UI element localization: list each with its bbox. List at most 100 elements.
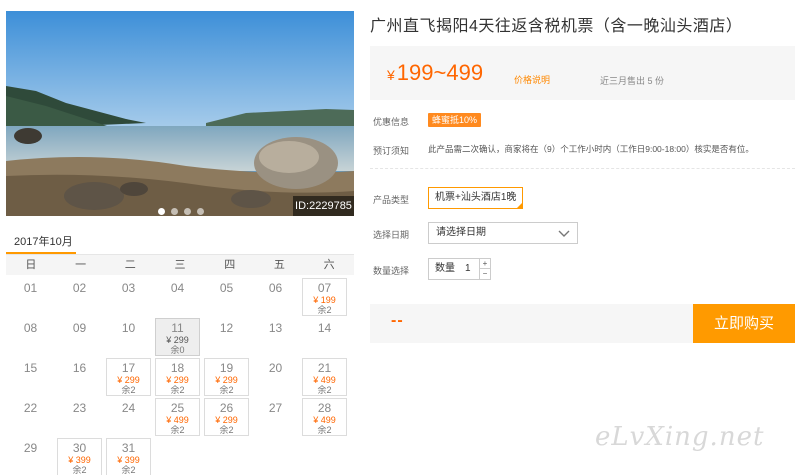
weekday-label: 三 bbox=[174, 259, 186, 271]
calendar-day[interactable]: 07 ¥ 199 余2 bbox=[302, 278, 347, 316]
calendar-day: 22 bbox=[8, 398, 53, 436]
calendar-day-number: 14 bbox=[317, 321, 332, 335]
calendar-day: 24 bbox=[106, 398, 151, 436]
section-divider bbox=[370, 168, 795, 169]
calendar-day-stock: 余0 bbox=[170, 345, 185, 355]
image-id-label: ID:2229785 bbox=[293, 196, 354, 216]
quantity-value[interactable]: 1 bbox=[465, 259, 471, 279]
quantity-increase-button[interactable]: + bbox=[479, 259, 490, 269]
calendar-day-stock: 余2 bbox=[121, 465, 136, 475]
buy-now-button[interactable]: 立即购买 bbox=[693, 304, 795, 343]
calendar-day: 29 bbox=[8, 438, 53, 475]
calendar-day-number: 16 bbox=[72, 361, 87, 375]
calendar-day-stock: 余2 bbox=[121, 385, 136, 395]
weekday-label: 四 bbox=[224, 259, 236, 271]
calendar-day: 06 bbox=[253, 278, 298, 316]
total-bar: -- bbox=[370, 304, 693, 343]
calendar-day-number: 24 bbox=[121, 401, 136, 415]
calendar-day-number: 21 bbox=[317, 361, 332, 375]
calendar-weekday-header: 日 一 二 三 四 五 六 bbox=[6, 255, 354, 275]
weekday-label: 五 bbox=[273, 259, 285, 271]
carousel-dot[interactable] bbox=[158, 208, 165, 215]
chevron-down-icon bbox=[558, 230, 570, 237]
calendar-day: 03 bbox=[106, 278, 151, 316]
calendar-day-number: 31 bbox=[121, 441, 136, 455]
calendar-day: 15 bbox=[8, 358, 53, 396]
calendar-day-stock: 余2 bbox=[170, 425, 185, 435]
calendar-day-number: 28 bbox=[317, 401, 332, 415]
calendar-day[interactable]: 30 ¥ 399 余2 bbox=[57, 438, 102, 475]
carousel-dot[interactable] bbox=[197, 208, 204, 215]
calendar-day-number: 18 bbox=[170, 361, 185, 375]
calendar-day-number: 10 bbox=[121, 321, 136, 335]
calendar-day-price: ¥ 299 bbox=[215, 415, 238, 425]
price-explanation-link[interactable]: 价格说明 bbox=[514, 73, 550, 86]
date-select[interactable]: 请选择日期 bbox=[428, 222, 578, 244]
calendar-day-number: 02 bbox=[72, 281, 87, 295]
calendar-day-number: 06 bbox=[268, 281, 283, 295]
calendar-day[interactable]: 26 ¥ 299 余2 bbox=[204, 398, 249, 436]
carousel-dot[interactable] bbox=[184, 208, 191, 215]
booking-notice-text: 此产品需二次确认，商家将在（9）个工作小时内（工作日9:00-18:00）核实是… bbox=[428, 144, 754, 154]
product-type-label: 产品类型 bbox=[373, 195, 410, 205]
calendar-day[interactable]: 28 ¥ 499 余2 bbox=[302, 398, 347, 436]
selected-corner-icon bbox=[516, 202, 524, 209]
calendar-day-stock: 余2 bbox=[219, 385, 234, 395]
weekday-label: 二 bbox=[124, 259, 136, 271]
calendar-month-tab[interactable]: 2017年10月 bbox=[14, 233, 73, 249]
calendar-day-stock: 余2 bbox=[72, 465, 87, 475]
calendar-day[interactable]: 21 ¥ 499 余2 bbox=[302, 358, 347, 396]
calendar-day[interactable]: 17 ¥ 299 余2 bbox=[106, 358, 151, 396]
calendar-day-price: ¥ 399 bbox=[68, 455, 91, 465]
calendar-day: 13 bbox=[253, 318, 298, 356]
promo-badge: 蜂蜜抵10% bbox=[428, 113, 482, 127]
calendar-day: 09 bbox=[57, 318, 102, 356]
calendar-day[interactable]: 25 ¥ 499 余2 bbox=[155, 398, 200, 436]
calendar-day-number: 25 bbox=[170, 401, 185, 415]
calendar-day-price: ¥ 499 bbox=[166, 415, 189, 425]
calendar-day-number: 03 bbox=[121, 281, 136, 295]
calendar-day-stock: 余2 bbox=[219, 425, 234, 435]
calendar-day-number: 26 bbox=[219, 401, 234, 415]
beach-scene-image bbox=[6, 11, 354, 216]
calendar-day-number: 05 bbox=[219, 281, 234, 295]
calendar-day-price: ¥ 199 bbox=[313, 295, 336, 305]
date-label: 选择日期 bbox=[373, 230, 410, 240]
price-range: ¥199~499 bbox=[387, 60, 483, 86]
calendar-day-number: 01 bbox=[23, 281, 38, 295]
calendar-day-number: 07 bbox=[317, 281, 332, 295]
calendar-day-number: 29 bbox=[23, 441, 38, 455]
calendar-day: 20 bbox=[253, 358, 298, 396]
calendar-day-stock: 余2 bbox=[317, 425, 332, 435]
calendar-day: 04 bbox=[155, 278, 200, 316]
calendar-day[interactable]: 18 ¥ 299 余2 bbox=[155, 358, 200, 396]
calendar-day: 14 bbox=[302, 318, 347, 356]
calendar-day-number: 30 bbox=[72, 441, 87, 455]
booking-notice-label: 预订须知 bbox=[373, 146, 410, 156]
calendar-day: 05 bbox=[204, 278, 249, 316]
calendar-day-number: 15 bbox=[23, 361, 38, 375]
calendar-day[interactable]: 19 ¥ 299 余2 bbox=[204, 358, 249, 396]
calendar-day-number: 12 bbox=[219, 321, 234, 335]
date-select-placeholder: 请选择日期 bbox=[436, 227, 486, 238]
calendar-day-price: ¥ 299 bbox=[166, 335, 189, 345]
price-box: ¥199~499 价格说明 近三月售出 5 份 bbox=[370, 46, 795, 100]
product-type-option[interactable]: 机票+汕头酒店1晚 bbox=[428, 187, 524, 209]
calendar-day-price: ¥ 499 bbox=[313, 375, 336, 385]
calendar-day: 27 bbox=[253, 398, 298, 436]
calendar-day: 16 bbox=[57, 358, 102, 396]
calendar-day-number: 08 bbox=[23, 321, 38, 335]
carousel-dot[interactable] bbox=[171, 208, 178, 215]
weekday-label: 六 bbox=[323, 259, 335, 271]
watermark-logo: eLvXing.net bbox=[595, 422, 765, 452]
calendar-day-stock: 余2 bbox=[317, 305, 332, 315]
carousel-dots bbox=[158, 208, 204, 215]
calendar-day: 11 ¥ 299 余0 bbox=[155, 318, 200, 356]
calendar-day-stock: 余2 bbox=[170, 385, 185, 395]
promo-label: 优惠信息 bbox=[373, 117, 410, 127]
calendar-day[interactable]: 31 ¥ 399 余2 bbox=[106, 438, 151, 475]
product-title: 广州直飞揭阳4天往返含税机票（含一晚汕头酒店） bbox=[370, 18, 743, 35]
quantity-decrease-button[interactable]: − bbox=[479, 269, 490, 279]
product-photo[interactable]: ID:2229785 bbox=[6, 11, 354, 216]
calendar-day-number: 19 bbox=[219, 361, 234, 375]
